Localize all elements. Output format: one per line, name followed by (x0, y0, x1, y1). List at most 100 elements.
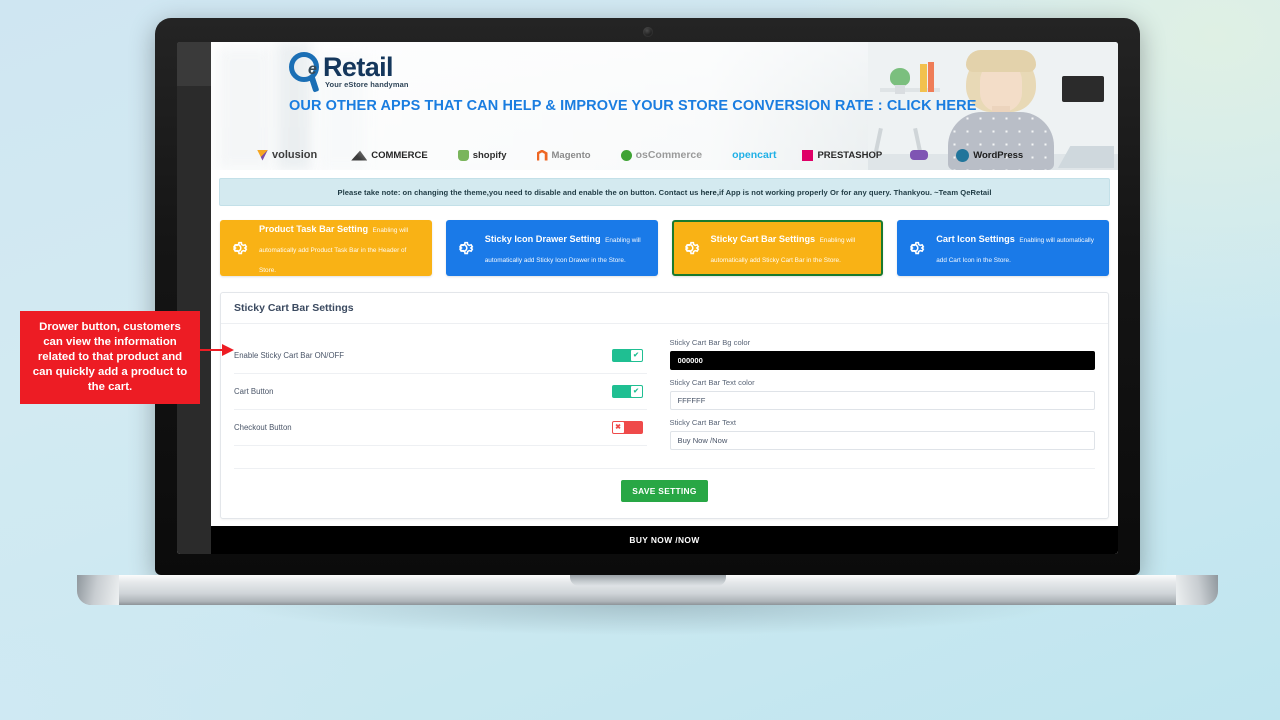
banner-headline[interactable]: OUR OTHER APPS THAT CAN HELP & IMPROVE Y… (289, 98, 976, 114)
platform-label: osCommerce (635, 149, 703, 161)
woocommerce-icon (910, 150, 929, 160)
setting-label: Enable Sticky Cart Bar ON/OFF (234, 351, 345, 360)
logo-wordmark: Retail (323, 52, 394, 82)
card-title: Cart Icon Settings (936, 234, 1015, 244)
book-object (920, 64, 927, 92)
logo-tagline: Your eStore handyman (325, 80, 409, 89)
wordpress-icon (956, 148, 970, 162)
sticky-cart-bar-preview[interactable]: BUY NOW /NOW (211, 526, 1118, 554)
app-page: e Retail Your eStore handyman OUR OTHER … (211, 42, 1118, 554)
card-title: Product Task Bar Setting (259, 224, 369, 234)
book-object (928, 62, 934, 92)
laptop-screen: e Retail Your eStore handyman OUR OTHER … (177, 42, 1118, 554)
platform-opencart: opencart (732, 149, 776, 161)
setting-label: Checkout Button (234, 423, 292, 432)
platform-bigcommerce: COMMERCE (351, 149, 428, 161)
gear-icon (682, 237, 704, 259)
sticky-cart-bar-text: BUY NOW /NOW (629, 535, 700, 545)
prestashop-icon (802, 149, 814, 161)
notice-text: Please take note: on changing the theme,… (338, 188, 992, 197)
card-product-task-bar-setting[interactable]: Product Task Bar Setting Enabling will a… (220, 220, 432, 276)
check-icon: ✔ (630, 350, 642, 361)
platform-logo-row: volusion COMMERCE shopify Magento osComm… (257, 144, 1023, 166)
platform-label: PRESTASHOP (817, 149, 883, 161)
card-title: Sticky Icon Drawer Setting (484, 234, 601, 244)
card-sticky-icon-drawer-setting[interactable]: Sticky Icon Drawer Setting Enabling will… (445, 220, 658, 276)
platform-label: shopify (472, 149, 507, 161)
card-text: Product Task Bar Setting Enabling will a… (259, 218, 422, 278)
plant-pot (895, 85, 905, 94)
field-label: Sticky Cart Bar Bg color (669, 338, 751, 347)
fields-column: Sticky Cart Bar Bg color Sticky Cart Bar… (665, 338, 1095, 458)
platform-woocommerce (910, 150, 929, 160)
sidebar-rail-top-block (177, 42, 211, 86)
annotation-callout: Drower button, customers can view the in… (20, 311, 200, 405)
platform-label: WordPress (973, 149, 1024, 161)
platform-label: Magento (551, 149, 591, 161)
setting-row-cart-button: Cart Button ✔ (234, 374, 647, 410)
arrow-head (222, 344, 234, 356)
gear-icon (456, 237, 478, 259)
monitor-object (1062, 76, 1104, 102)
save-setting-button[interactable]: SAVE SETTING (621, 480, 708, 502)
webcam-icon (642, 27, 653, 37)
card-text: Sticky Cart Bar Settings Enabling will a… (711, 228, 874, 268)
logo-e-letter: e (308, 61, 317, 78)
platform-label: opencart (732, 149, 777, 161)
platform-label: COMMERCE (371, 149, 428, 161)
panel-title: Sticky Cart Bar Settings (221, 293, 1108, 324)
platform-wordpress: WordPress (956, 148, 1024, 162)
panel-body: Enable Sticky Cart Bar ON/OFF ✔ Cart But… (221, 324, 1108, 458)
check-icon: ✔ (630, 386, 642, 397)
card-text: Sticky Icon Drawer Setting Enabling will… (485, 228, 648, 268)
field-group-bar-text: Sticky Cart Bar Text (669, 418, 1095, 450)
laptop-shadow (77, 605, 1218, 647)
notice-link[interactable]: here (701, 188, 717, 197)
setting-row-enable-sticky-cart-bar: Enable Sticky Cart Bar ON/OFF ✔ (234, 338, 647, 374)
arrow-shaft (196, 349, 224, 351)
field-label: Sticky Cart Bar Text color (669, 378, 755, 387)
platform-volusion: volusion (257, 149, 317, 161)
toggle-cart-button[interactable]: ✔ (611, 385, 643, 398)
promo-banner: e Retail Your eStore handyman OUR OTHER … (211, 42, 1118, 170)
platform-prestashop: PRESTASHOP (802, 149, 883, 161)
annotation-arrow-icon (196, 344, 236, 356)
toggle-enable-sticky-cart-bar[interactable]: ✔ (611, 349, 643, 362)
toggle-column: Enable Sticky Cart Bar ON/OFF ✔ Cart But… (234, 338, 665, 458)
input-sticky-cart-bar-text-color[interactable] (669, 391, 1095, 410)
bigcommerce-icon (351, 150, 368, 161)
setting-row-checkout-button: Checkout Button ✖ (234, 410, 647, 446)
input-sticky-cart-bar-text[interactable] (669, 431, 1095, 450)
gear-icon (230, 237, 252, 259)
card-title: Sticky Cart Bar Settings (710, 234, 816, 244)
field-label: Sticky Cart Bar Text (669, 418, 737, 427)
laptop-base-notch (569, 575, 726, 586)
card-sticky-cart-bar-settings[interactable]: Sticky Cart Bar Settings Enabling will a… (671, 220, 884, 276)
panel-footer: SAVE SETTING (234, 468, 1095, 518)
input-sticky-cart-bar-bg-color[interactable] (669, 351, 1095, 370)
gear-icon (907, 237, 929, 259)
card-cart-icon-settings[interactable]: Cart Icon Settings Enabling will automat… (897, 220, 1109, 276)
field-group-text-color: Sticky Cart Bar Text color (669, 378, 1095, 410)
close-icon: ✖ (612, 422, 624, 433)
qeretail-logo[interactable]: e Retail Your eStore handyman (289, 50, 419, 90)
settings-panel: Sticky Cart Bar Settings Enable Sticky C… (220, 292, 1109, 519)
app-sidebar-rail[interactable] (177, 42, 211, 554)
field-group-bg-color: Sticky Cart Bar Bg color (669, 338, 1095, 370)
person-hair-front (966, 50, 1036, 72)
shopify-icon (457, 149, 469, 161)
plant-icon (890, 68, 910, 86)
notice-bar: Please take note: on changing the theme,… (219, 178, 1110, 206)
platform-shopify: shopify (457, 149, 507, 161)
toggle-checkout-button[interactable]: ✖ (611, 421, 643, 434)
platform-label: volusion (272, 149, 318, 161)
annotation-text: Drower button, customers can view the in… (32, 321, 188, 394)
magento-icon (536, 149, 548, 161)
notice-text-after: ,if App is not working properly Or for a… (716, 187, 992, 197)
laptop-base (77, 575, 1218, 605)
setting-label: Cart Button (234, 387, 274, 396)
settings-card-row: Product Task Bar Setting Enabling will a… (220, 220, 1109, 276)
oscommerce-icon (620, 149, 632, 161)
laptop-lid: e Retail Your eStore handyman OUR OTHER … (155, 18, 1140, 575)
notice-text-before: Please take note: on changing the theme,… (337, 187, 701, 197)
